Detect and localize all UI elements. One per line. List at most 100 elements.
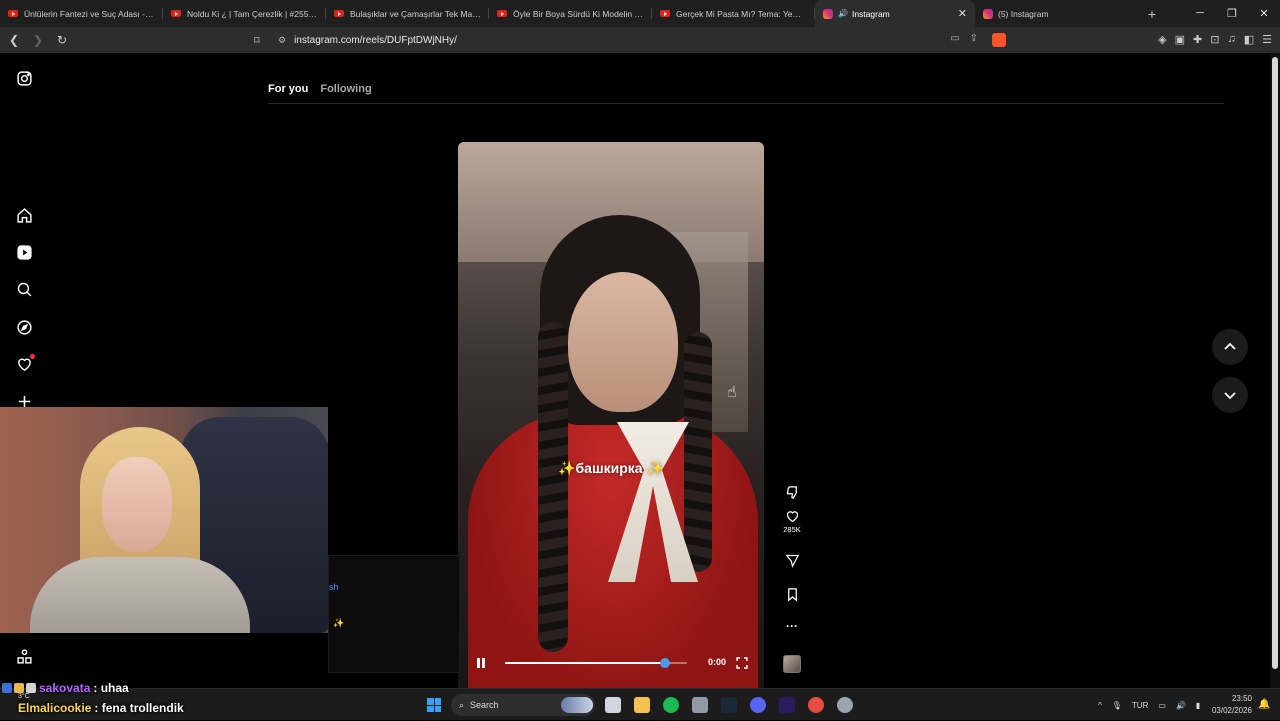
wallet-icon[interactable]: ▣ [1175, 33, 1185, 46]
reels-icon[interactable] [15, 243, 33, 261]
progress-knob[interactable] [660, 658, 671, 668]
bookmark-icon [787, 588, 797, 602]
video-subject-dress [468, 412, 758, 688]
video-subject-braid-right [684, 332, 712, 572]
chevron-up-icon [1224, 342, 1236, 350]
puzzle-icon[interactable]: ✚ [1193, 33, 1202, 46]
notification-dot [30, 354, 35, 359]
chevron-up-icon[interactable]: ^ [1098, 701, 1102, 710]
like-button[interactable]: 285K [780, 509, 804, 534]
youtube-icon [171, 10, 181, 17]
instagram-icon [823, 8, 833, 19]
youtube-icon [334, 10, 344, 17]
search-icon[interactable] [15, 280, 33, 298]
like-count: 285K [783, 525, 801, 534]
sidebar-toggle-icon[interactable]: ◧ [1244, 33, 1254, 46]
url-field[interactable]: ⌑ ⚙ instagram.com/reels/DUFptDWjNHy/ ▭ ⇪ [254, 29, 1006, 51]
taskbar-search[interactable]: ⌕ Search [451, 694, 595, 716]
more-apps-icon[interactable] [15, 647, 33, 665]
discord-icon[interactable] [750, 697, 766, 713]
fullscreen-icon[interactable] [736, 656, 748, 669]
screenshot-icon[interactable]: ⊡ [1210, 33, 1219, 46]
start-button[interactable] [427, 698, 441, 712]
search-placeholder: Search [470, 700, 499, 710]
notification-bell-icon[interactable]: 🔔 [1258, 699, 1270, 710]
progress-slider[interactable] [505, 658, 687, 668]
stream-chat-overlay: sakovata : uhaa Elmalicookie : fena trol… [2, 678, 184, 718]
home-icon[interactable] [15, 206, 33, 224]
tab-1[interactable]: Ünlülerin Fantezi ve Suç Adası - Jeffr [0, 0, 163, 27]
scrollbar-thumb[interactable] [1272, 57, 1278, 669]
scrollbar-track[interactable] [1270, 53, 1280, 688]
previous-reel-button[interactable] [1212, 329, 1248, 365]
tab-instagram-active[interactable]: 🔊 Instagram ✕ [815, 0, 975, 27]
more-options-button[interactable]: ··· [780, 619, 804, 633]
search-highlight-image [561, 697, 593, 713]
menu-icon[interactable]: ☰ [1262, 33, 1272, 46]
spotify-icon[interactable] [663, 697, 679, 713]
settings-gear-icon[interactable] [837, 697, 853, 713]
share-button[interactable] [780, 553, 804, 568]
maximize-icon[interactable]: ❐ [1216, 7, 1248, 20]
reload-icon[interactable]: ↻ [52, 33, 72, 47]
youtube-icon [497, 10, 507, 17]
hand-cursor-icon: ☝ [727, 384, 737, 401]
volume-icon[interactable]: 🔊 [1176, 701, 1186, 710]
language-indicator[interactable]: TUR [1132, 701, 1148, 710]
tab-2[interactable]: Noldu Ki ¿ | Tam Çerezlik | #255 - Yo [163, 0, 326, 27]
dislike-button[interactable] [780, 485, 804, 500]
instagram-logo-icon[interactable] [15, 69, 33, 87]
save-button[interactable] [780, 587, 804, 602]
task-view-icon[interactable] [605, 697, 621, 713]
pause-icon[interactable] [476, 658, 486, 668]
extensions-area: ◈ ▣ ✚ ⊡ ♫ ◧ ☰ [1158, 33, 1272, 46]
chat-badges [2, 683, 36, 693]
url-text[interactable]: instagram.com/reels/DUFptDWjNHy/ [294, 35, 457, 46]
windows-taskbar: 3°C ⌕ Search ^ 🎙 TUR ▭ 🔊 ▮ 23:50 03/02/2… [0, 688, 1280, 720]
tab-3[interactable]: Bulaşıklar ve Çamaşırlar Tek Makined [326, 0, 489, 27]
notifications-heart-icon[interactable] [15, 354, 35, 373]
media-icon[interactable]: ♫ [1227, 33, 1235, 46]
bookmark-icon[interactable]: ⌑ [254, 34, 264, 47]
heart-icon [786, 511, 798, 523]
next-reel-button[interactable] [1212, 377, 1248, 413]
youtube-icon [8, 10, 18, 17]
clock[interactable]: 23:50 03/02/2026 [1208, 693, 1252, 717]
obs-icon[interactable] [808, 697, 824, 713]
close-window-icon[interactable]: ✕ [1248, 7, 1280, 20]
video-time: 0:00 [708, 657, 727, 667]
share-icon[interactable]: ⇪ [970, 33, 978, 47]
close-tab-icon[interactable]: ✕ [958, 7, 967, 20]
network-icon[interactable]: ▭ [1158, 701, 1166, 710]
app-icon[interactable] [692, 697, 708, 713]
clock-date: 03/02/2026 [1211, 706, 1252, 715]
tab-for-you[interactable]: For you [268, 83, 308, 95]
chat-message: : fena trollendik [94, 701, 184, 715]
reel-video[interactable]: ✨башкирка ✨ [458, 142, 764, 688]
premiere-pro-icon[interactable] [779, 697, 795, 713]
tab-5[interactable]: Gerçek Mi Pasta Mı? Tema: Yemekler [652, 0, 815, 27]
battery-icon[interactable]: ▮ [1196, 701, 1200, 710]
url-actions: ▭ ⇪ [950, 33, 1006, 47]
steam-icon[interactable] [721, 697, 737, 713]
file-explorer-icon[interactable] [634, 697, 650, 713]
clock-time: 23:50 [1231, 694, 1252, 703]
tab-4[interactable]: Öyle Bir Boya Sürdü Ki Modelin Saçı [489, 0, 652, 27]
tab-instagram-2[interactable]: (5) Instagram [975, 0, 1138, 27]
microphone-icon[interactable]: 🎙 [1112, 701, 1122, 710]
tab-following[interactable]: Following [320, 83, 371, 95]
audio-avatar[interactable] [783, 655, 801, 673]
back-icon[interactable]: ❮ [4, 33, 24, 47]
cast-icon[interactable]: ▭ [950, 33, 959, 47]
chat-line: sakovata : uhaa [2, 678, 184, 698]
forward-icon[interactable]: ❯ [28, 33, 48, 47]
site-info-icon[interactable]: ⚙ [278, 35, 286, 46]
explore-icon[interactable] [15, 318, 33, 336]
brave-shield-icon[interactable] [992, 33, 1006, 47]
new-tab-button[interactable]: + [1138, 6, 1166, 22]
progress-fill [505, 662, 666, 664]
send-icon [785, 554, 799, 568]
extension-icon[interactable]: ◈ [1158, 33, 1166, 46]
browser-tab-bar: Ünlülerin Fantezi ve Suç Adası - Jeffr N… [0, 0, 1280, 27]
minimize-icon[interactable]: ─ [1184, 7, 1216, 20]
